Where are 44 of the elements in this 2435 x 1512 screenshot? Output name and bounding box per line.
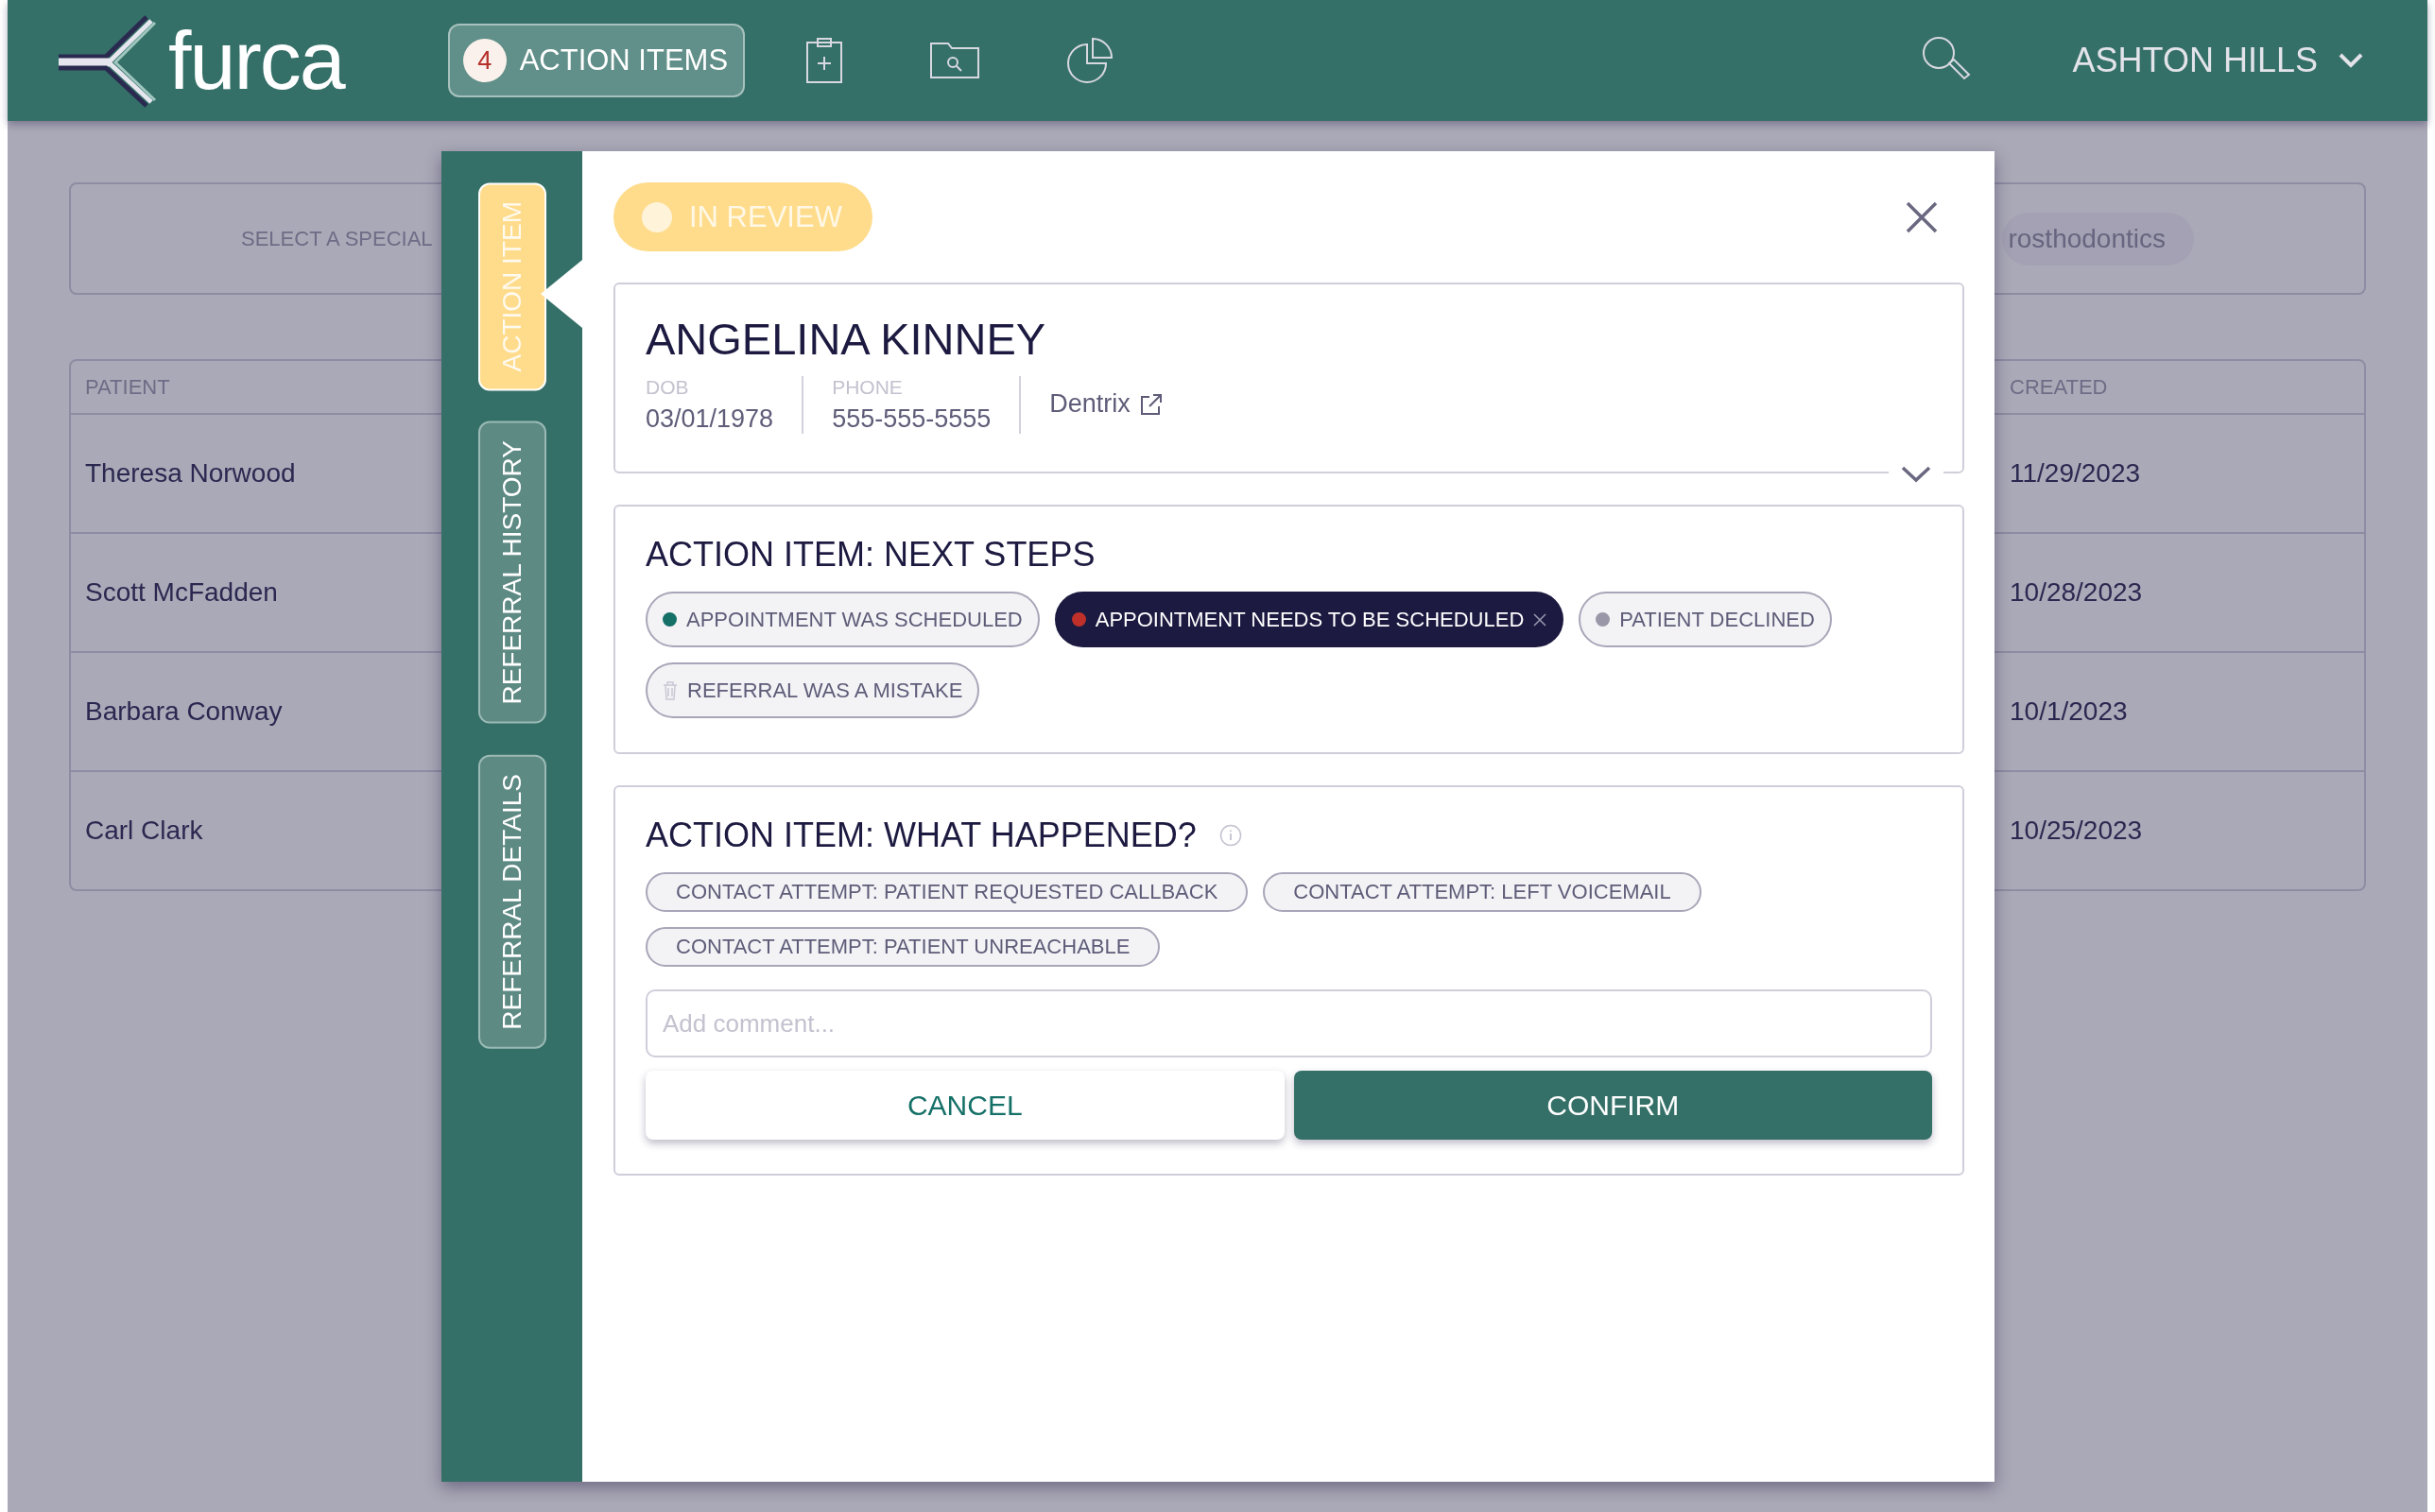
folder-search-icon[interactable] [930,43,980,78]
option-chip[interactable]: REFERRAL WAS A MISTAKE [646,662,980,718]
trash-icon [663,680,678,700]
table-cell-text: 11/29/2023 [2010,458,2142,489]
status-dot [642,201,672,232]
external-link-icon [1139,392,1163,416]
status-badge: IN REVIEW [613,182,872,251]
field-label: DOB [646,376,690,399]
side-tab[interactable]: REFERRAL DETAILS [477,755,546,1049]
table-cell-text: Scott McFadden [84,577,279,608]
column-header: CREATED [2010,374,2109,400]
patient-name: ANGELINA KINNEY [646,313,1047,365]
chevron-down-icon [2339,53,2363,68]
option-chip[interactable]: CONTACT ATTEMPT: PATIENT UNREACHABLE [646,927,1161,967]
location-dropdown[interactable]: ASHTON HILLS [2072,41,2363,80]
logo-text: furca [168,19,344,102]
count-badge: 4 [462,39,507,82]
clipboard-plus-icon[interactable] [805,37,844,84]
comment-field[interactable]: Add comment... [646,989,1932,1057]
field-value: 555-555-5555 [832,404,992,434]
table-cell-text: 10/25/2023 [2010,816,2144,846]
close-icon[interactable] [1906,200,1938,233]
dentrix-link[interactable]: Dentrix [1049,389,1163,419]
column-header: PATIENT [84,374,171,400]
table-cell-text: Carl Clark [84,816,204,846]
action-items-button[interactable]: 4 ACTION ITEMS [447,24,746,97]
tab-pointer [541,260,582,328]
field-label: PHONE [832,376,904,399]
section-title: ACTION ITEM: NEXT STEPS [646,535,1096,575]
field-value: 03/01/1978 [646,404,774,434]
option-chip[interactable]: PATIENT DECLINED [1579,592,1832,647]
close-icon[interactable] [1533,612,1547,627]
option-chip[interactable]: APPOINTMENT WAS SCHEDULED [646,592,1040,647]
option-chip[interactable]: APPOINTMENT NEEDS TO BE SCHEDULED [1054,592,1564,647]
option-chip[interactable]: CONTACT ATTEMPT: LEFT VOICEMAIL [1263,872,1701,912]
table-cell-text: Barbara Conway [84,696,284,727]
table-cell-text: 10/1/2023 [2010,696,2129,727]
section-title: ACTION ITEM: WHAT HAPPENED? [646,816,1197,855]
table-cell-text: 10/28/2023 [2010,577,2144,608]
cancel-button[interactable]: CANCEL [646,1071,1285,1140]
table-cell-text: Theresa Norwood [84,458,297,489]
confirm-button[interactable]: CONFIRM [1293,1071,1932,1140]
side-tab[interactable]: REFERRAL HISTORY [477,421,546,724]
option-chip[interactable]: CONTACT ATTEMPT: PATIENT REQUESTED CALLBACK [646,872,1249,912]
